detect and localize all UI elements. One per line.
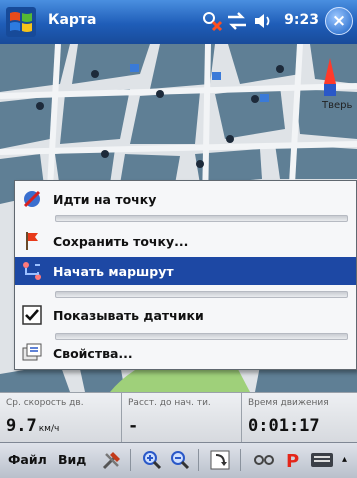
menu-item-show-sensors[interactable]: Показывать датчики — [15, 301, 356, 329]
menu-item-save-point[interactable]: Сохранить точку... — [15, 227, 356, 255]
sync-error-icon[interactable] — [200, 9, 224, 33]
tools-icon[interactable] — [100, 448, 124, 472]
track-icon[interactable] — [252, 448, 276, 472]
file-menu[interactable]: Файл — [8, 452, 47, 467]
keyboard-icon[interactable] — [310, 448, 334, 472]
rotate-map-icon[interactable] — [208, 448, 232, 472]
context-menu: Идти на точку Сохранить точку... Начать … — [14, 180, 357, 370]
distance-value: - — [128, 416, 139, 436]
input-selector-arrow[interactable]: ▴ — [342, 454, 347, 465]
map-label: Тверь — [322, 100, 353, 111]
close-button[interactable]: × — [325, 7, 353, 35]
route-icon — [21, 260, 43, 282]
menu-item-start-route[interactable]: Начать маршрут — [15, 257, 356, 285]
view-menu[interactable]: Вид — [58, 452, 86, 467]
menu-item-label: Свойства... — [53, 345, 133, 361]
clock[interactable]: 9:23 — [284, 12, 319, 28]
travel-time-label: Время движения — [248, 398, 329, 408]
menu-item-label: Идти на точку — [53, 191, 157, 207]
menu-divider — [55, 215, 348, 222]
zoom-out-icon[interactable] — [168, 448, 192, 472]
title-bar: Карта 9:23 × — [0, 0, 357, 44]
svg-text:P: P — [286, 451, 299, 471]
toolbar-divider — [240, 449, 241, 471]
volume-icon[interactable] — [252, 9, 274, 33]
toolbar-divider — [130, 449, 131, 471]
travel-time-value: 0:01:17 — [248, 416, 320, 436]
menu-item-properties[interactable]: Свойства... — [15, 339, 356, 367]
avg-speed-unit: км/ч — [38, 424, 60, 434]
menu-item-label: Сохранить точку... — [53, 233, 189, 249]
zoom-in-icon[interactable] — [140, 448, 164, 472]
menu-item-go-to-point[interactable]: Идти на точку — [15, 185, 356, 213]
menu-item-label: Начать маршрут — [53, 263, 174, 279]
bottom-menu-bar: Файл Вид P ▴ — [0, 442, 357, 478]
avg-speed-label: Ср. скорость дв. — [6, 398, 84, 408]
toolbar-divider — [198, 449, 199, 471]
checkbox-icon[interactable] — [21, 304, 43, 326]
parking-icon[interactable]: P — [280, 448, 304, 472]
menu-divider — [55, 291, 348, 298]
avg-speed-cell[interactable]: Ср. скорость дв. 9.7 км/ч — [0, 393, 122, 443]
sensor-panel: Ср. скорость дв. 9.7 км/ч Расст. до нач. … — [0, 392, 357, 443]
properties-icon — [21, 342, 43, 364]
globe-pin-icon — [21, 188, 43, 210]
travel-time-cell[interactable]: Время движения 0:01:17 — [242, 393, 357, 443]
avg-speed-value: 9.7 км/ч — [6, 416, 60, 436]
menu-item-label: Показывать датчики — [53, 307, 204, 323]
distance-label: Расст. до нач. ти. — [128, 398, 211, 408]
windows-start-icon[interactable] — [4, 5, 38, 39]
flag-icon — [21, 230, 43, 252]
app-title: Карта — [48, 12, 97, 28]
distance-cell[interactable]: Расст. до нач. ти. - — [122, 393, 242, 443]
connectivity-icon[interactable] — [226, 9, 248, 33]
